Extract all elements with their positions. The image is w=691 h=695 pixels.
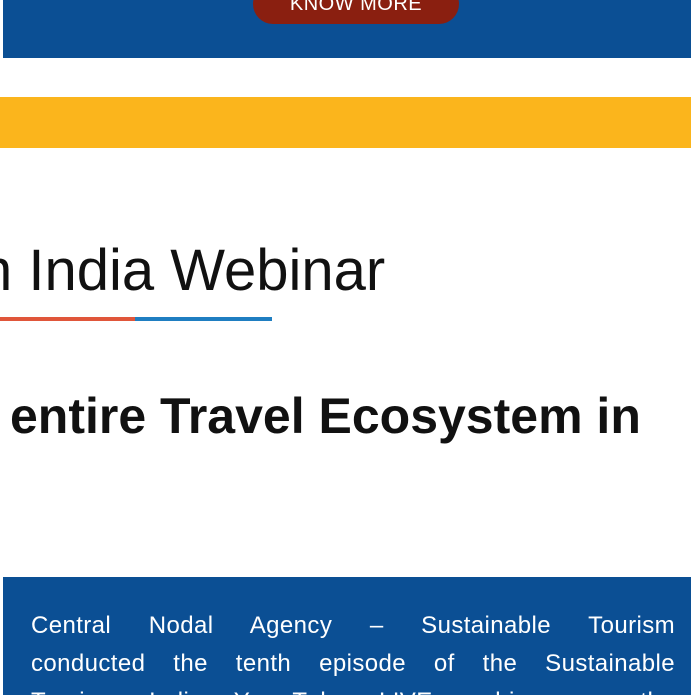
divider-blue-segment [135, 317, 272, 321]
subtitle: entire Travel Ecosystem in [10, 388, 641, 444]
top-banner: KNOW MORE [3, 0, 691, 58]
content-line-1: Central Nodal Agency – Sustainable Touri… [31, 612, 675, 639]
content-line-3: Tourism India Yo Tube LIVE webinar on th… [31, 683, 675, 695]
content-line-2: conducted the tenth episode of the Susta… [31, 650, 675, 677]
divider-red-segment [0, 317, 135, 321]
yellow-band [0, 97, 691, 148]
title-divider [0, 317, 272, 321]
content-paragraph: Central Nodal Agency – Sustainable Touri… [31, 607, 675, 695]
page-title: n India Webinar [0, 238, 386, 303]
content-box: Central Nodal Agency – Sustainable Touri… [3, 577, 691, 695]
know-more-button[interactable]: KNOW MORE [253, 0, 459, 24]
